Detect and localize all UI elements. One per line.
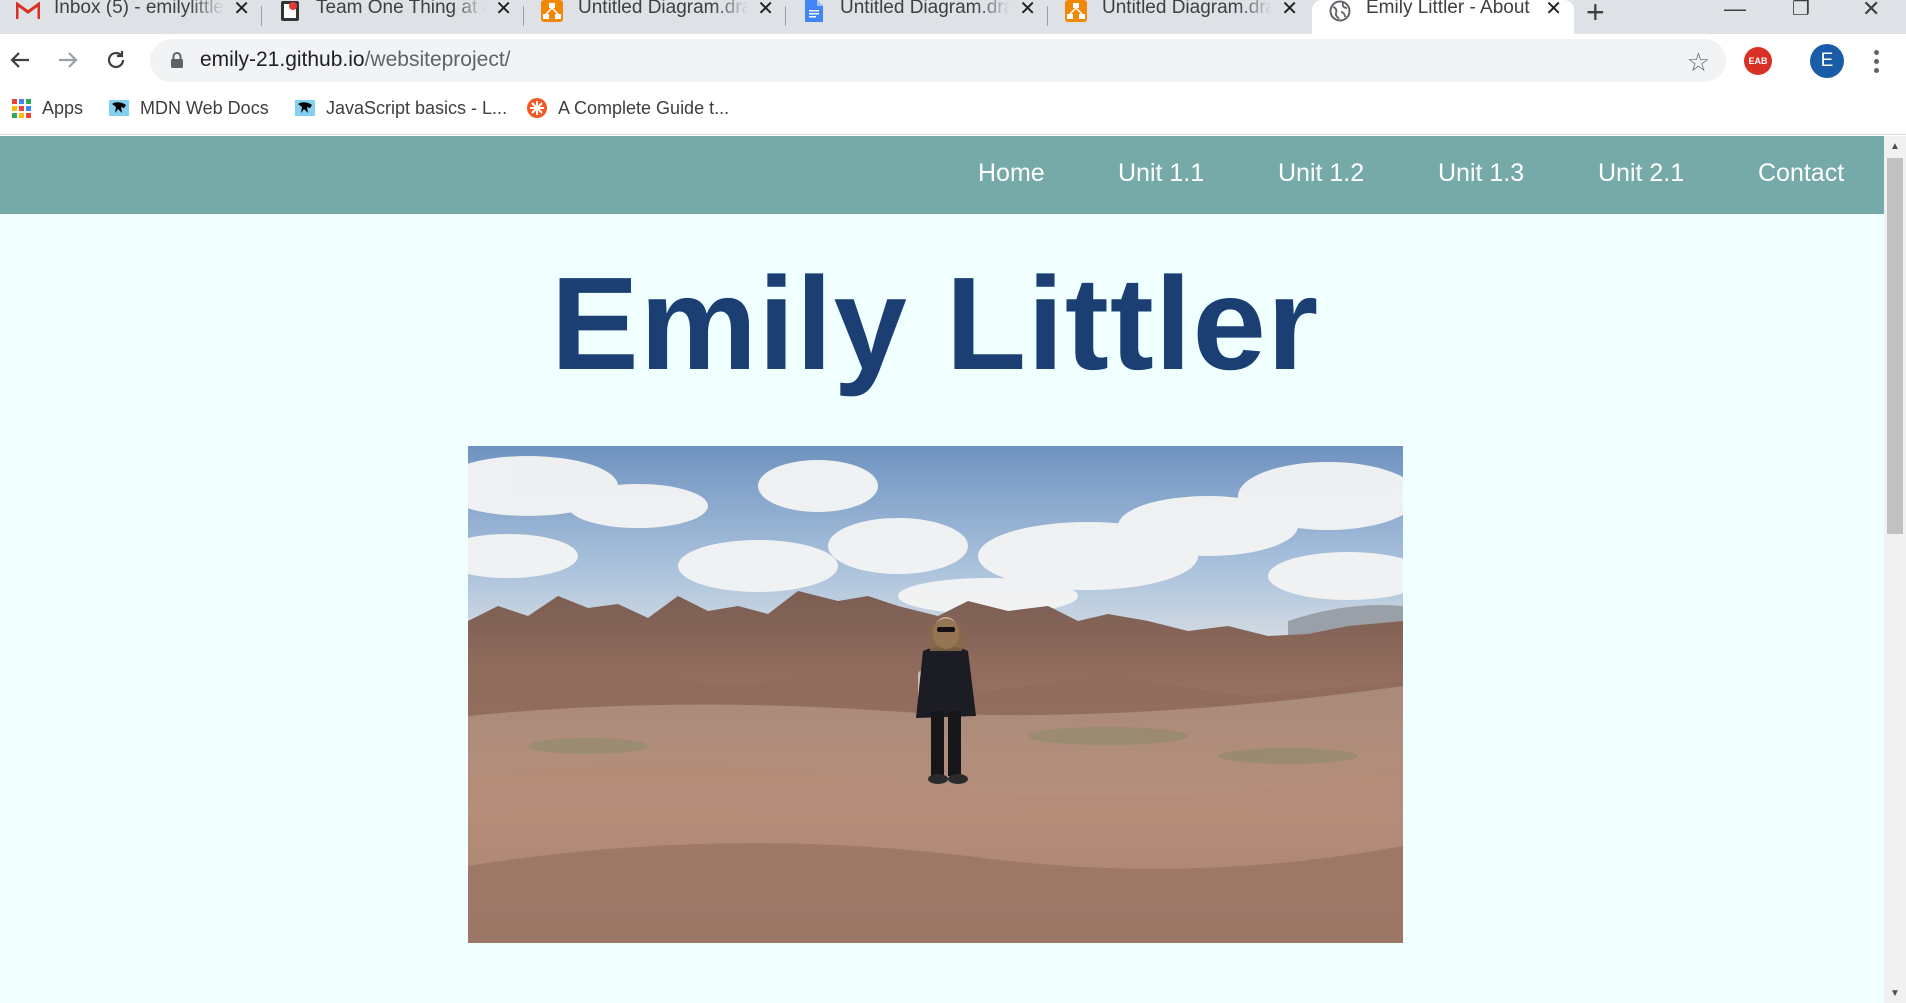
bookmark-label: JavaScript basics - L... — [326, 97, 508, 118]
tab-inbox[interactable]: Inbox (5) - emilylittle ✕ — [0, 0, 262, 34]
tab-untitled-diagram-2[interactable]: Untitled Diagram.dra ✕ — [786, 0, 1048, 34]
close-tab-icon[interactable]: ✕ — [233, 0, 250, 21]
close-tab-icon[interactable]: ✕ — [1281, 0, 1298, 21]
close-tab-icon[interactable]: ✕ — [1019, 0, 1036, 21]
nav-link-home[interactable]: Home — [978, 159, 1045, 188]
bookmark-mdn-web-docs[interactable]: MDN Web Docs — [108, 97, 269, 119]
bookmarks-bar: Apps MDN Web Docs JavaScript basics - L.… — [0, 87, 1906, 135]
bookmark-label: MDN Web Docs — [140, 97, 269, 118]
close-tab-icon[interactable]: ✕ — [495, 0, 512, 21]
tab-strip: Inbox (5) - emilylittle ✕ Team One Thing… — [0, 0, 1906, 34]
bookmark-apps[interactable]: Apps — [10, 97, 83, 119]
mdn-icon — [108, 97, 130, 119]
url-path: /websiteproject/ — [364, 48, 511, 71]
tab-title: Emily Littler - About — [1366, 0, 1530, 18]
browser-toolbar: emily-21.github.io/websiteproject/ ☆ EAB… — [0, 34, 1906, 87]
bookmark-star-icon[interactable]: ☆ — [1687, 47, 1710, 78]
url-domain: emily-21.github.io — [200, 48, 365, 71]
bookmark-javascript-basics[interactable]: JavaScript basics - L... — [294, 97, 507, 119]
nav-link-unit-1-1[interactable]: Unit 1.1 — [1118, 159, 1204, 188]
close-tab-icon[interactable]: ✕ — [757, 0, 774, 21]
scrollbar-thumb[interactable] — [1887, 158, 1903, 534]
css-tricks-icon — [526, 97, 548, 119]
tab-untitled-diagram-3[interactable]: Untitled Diagram.dra ✕ — [1048, 0, 1310, 34]
scroll-down-icon[interactable]: ▼ — [1884, 983, 1906, 1003]
reload-icon — [107, 51, 125, 69]
bookmark-label: A Complete Guide t... — [558, 97, 730, 118]
tab-title: Team One Thing at a — [316, 0, 486, 18]
tab-untitled-diagram-1[interactable]: Untitled Diagram.dra ✕ — [524, 0, 786, 34]
new-tab-button[interactable]: + — [1586, 0, 1605, 31]
close-tab-icon[interactable]: ✕ — [1545, 0, 1562, 21]
forward-button[interactable] — [50, 42, 86, 78]
globe-icon — [1328, 0, 1352, 22]
google-doc-icon — [802, 0, 826, 22]
reload-button[interactable] — [98, 42, 134, 78]
address-bar[interactable]: emily-21.github.io/websiteproject/ ☆ — [150, 39, 1726, 82]
bookmark-complete-guide[interactable]: A Complete Guide t... — [526, 97, 729, 119]
tab-emily-littler-about[interactable]: Emily Littler - About ✕ — [1312, 0, 1574, 34]
nav-link-unit-2-1[interactable]: Unit 2.1 — [1598, 159, 1684, 188]
minimize-button[interactable]: — — [1724, 0, 1746, 22]
profile-avatar[interactable]: E — [1810, 44, 1844, 78]
tab-title: Untitled Diagram.dra — [578, 0, 748, 18]
browser-menu-icon[interactable] — [1866, 44, 1886, 78]
maximize-button[interactable]: ❐ — [1792, 0, 1810, 21]
drawio-icon — [540, 0, 564, 22]
extension-eab-icon[interactable]: EAB — [1744, 47, 1772, 75]
profile-photo — [468, 446, 1403, 943]
page-title: Emily Littler — [550, 250, 1320, 397]
site-nav: Home Unit 1.1 Unit 1.2 Unit 1.3 Unit 2.1… — [0, 136, 1884, 214]
bookmark-label: Apps — [42, 97, 84, 118]
mdn-icon — [294, 97, 316, 119]
nav-link-contact[interactable]: Contact — [1758, 159, 1844, 188]
nav-link-unit-1-3[interactable]: Unit 1.3 — [1438, 159, 1524, 188]
page-viewport: Home Unit 1.1 Unit 1.2 Unit 1.3 Unit 2.1… — [0, 136, 1884, 1003]
scroll-up-icon[interactable]: ▲ — [1884, 136, 1906, 156]
url-text: emily-21.github.io/websiteproject/ — [200, 48, 511, 72]
tab-team-one-thing[interactable]: Team One Thing at a ✕ — [262, 0, 524, 34]
drawio-icon — [1064, 0, 1088, 22]
nav-link-unit-1-2[interactable]: Unit 1.2 — [1278, 159, 1364, 188]
tab-title: Untitled Diagram.dra — [1102, 0, 1272, 18]
tab-title: Untitled Diagram.dra — [840, 0, 1010, 18]
back-button[interactable] — [2, 42, 38, 78]
lock-icon — [170, 51, 184, 74]
page-scrollbar[interactable]: ▲ ▼ — [1884, 136, 1906, 1003]
gmail-icon — [16, 0, 40, 22]
close-window-button[interactable]: ✕ — [1862, 0, 1880, 22]
arrow-right-icon — [59, 52, 78, 68]
tab-title: Inbox (5) - emilylittle — [54, 0, 224, 18]
arrow-left-icon — [10, 52, 29, 68]
apps-grid-icon — [10, 97, 32, 119]
doc-app-icon — [278, 0, 302, 22]
